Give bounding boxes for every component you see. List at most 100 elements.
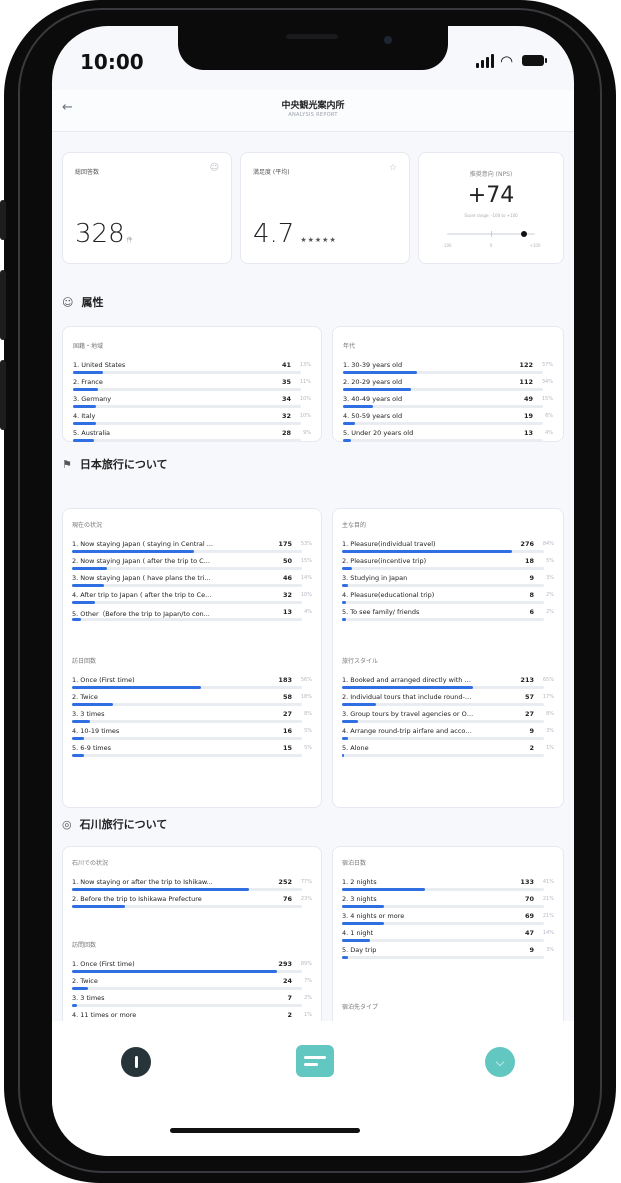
item-label: 3. 4 nights or more (342, 912, 405, 920)
item-label: 3. Germany (73, 395, 112, 403)
card-title: 国籍・地域 (73, 343, 104, 350)
nps-range-note: Score range: -100 to +100 (464, 213, 518, 218)
progress-track (72, 720, 302, 723)
item-percent: 3% (546, 575, 554, 581)
progress-fill (72, 567, 107, 570)
progress-track (342, 939, 544, 942)
item-count: 213 (520, 676, 534, 684)
item-percent: 65% (542, 677, 554, 683)
item-percent: 9% (303, 430, 311, 436)
progress-fill (72, 905, 125, 908)
home-indicator[interactable] (170, 1128, 360, 1133)
list-item: 5. To see family/ friends 6 2% (342, 608, 554, 624)
progress-fill (342, 584, 349, 587)
item-label: 4. After trip to Japan ( after the trip … (72, 591, 212, 599)
kpi-satisfaction: 満足度 (平均) ☆ 4.7 ★★★★★ (240, 152, 410, 264)
item-count: 32 (282, 591, 292, 599)
item-label: 5. Under 20 years old (343, 429, 414, 437)
item-count: 6 (529, 608, 534, 616)
item-label: 4. Arrange round-trip airfare and accom.… (342, 727, 474, 735)
list-icon[interactable] (296, 1045, 334, 1077)
item-label: 5. Day trip (342, 946, 377, 954)
card-nationality: 国籍・地域 1. United States 41 13% 2. France 35 11%… (62, 326, 322, 442)
item-count: 9 (529, 946, 534, 954)
list-item: 2. France 35 11% (73, 378, 311, 394)
progress-fill (72, 601, 95, 604)
item-label: 5. Other（Before the trip to Japan/to con… (72, 610, 210, 618)
volume-down-button (0, 360, 6, 430)
progress-fill (343, 439, 351, 442)
item-percent: 41% (542, 879, 554, 885)
item-percent: 21% (542, 896, 554, 902)
item-percent: 37% (541, 362, 553, 368)
info-icon[interactable] (121, 1047, 151, 1077)
item-count: 27 (524, 710, 534, 718)
item-percent: 5% (304, 745, 312, 751)
item-label: 4. 10-19 times (72, 727, 120, 735)
list-item: 2. 20-29 years old 112 34% (343, 378, 553, 394)
item-count: 293 (278, 960, 292, 968)
section-ishikawa-travel: ◎ 石川旅行について (62, 816, 167, 832)
item-count: 50 (282, 557, 292, 565)
item-percent: 10% (299, 396, 311, 402)
item-count: 46 (282, 574, 292, 582)
status-icons: ◠ (476, 52, 547, 69)
item-percent: 56% (300, 677, 312, 683)
item-count: 70 (524, 895, 534, 903)
item-percent: 15% (300, 558, 312, 564)
progress-fill (342, 601, 347, 604)
mute-switch (0, 200, 6, 240)
volume-up-button (0, 270, 6, 340)
card-title: 宿泊先タイプ (342, 1004, 379, 1011)
map-pin-icon: ◎ (62, 817, 72, 831)
item-percent: 1% (546, 745, 554, 751)
chevron-down-icon[interactable]: ⌵ (485, 1047, 515, 1077)
item-percent: 3% (546, 728, 554, 734)
list-item: 4. 50-59 years old 19 6% (343, 412, 553, 428)
bottom-navigation: ⌵ (52, 1021, 574, 1156)
progress-fill (73, 371, 103, 374)
item-label: 3. Group tours by travel agencies or OTA… (342, 710, 474, 718)
item-percent: 17% (542, 694, 554, 700)
card-title: 年代 (343, 343, 356, 350)
list-item: 5. Under 20 years old 13 4% (343, 429, 553, 445)
rating-stars: ★★★★★ (300, 236, 337, 244)
nps-tick-zero: 0 (489, 243, 493, 248)
item-count: 49 (523, 395, 533, 403)
item-label: 4. Pleasure(educational trip) (342, 591, 435, 599)
progress-fill (72, 987, 89, 990)
progress-track (73, 422, 301, 425)
nps-scale-track (447, 231, 535, 237)
progress-fill (73, 422, 96, 425)
card-title: 宿泊日数 (342, 860, 367, 867)
progress-track (73, 388, 301, 391)
item-label: 2. Before the trip to Ishikawa Prefectur… (72, 895, 202, 903)
progress-fill (72, 686, 201, 689)
kpi-label: 満足度 (平均) (253, 169, 290, 176)
progress-fill (342, 888, 425, 891)
progress-fill (343, 371, 417, 374)
item-percent: 1% (304, 1012, 312, 1018)
progress-track (72, 584, 302, 587)
progress-track (72, 970, 302, 973)
list-item: 5. Australia 28 9% (73, 429, 311, 445)
item-count: 183 (278, 676, 292, 684)
item-percent: 34% (541, 379, 553, 385)
progress-track (72, 1004, 302, 1007)
item-percent: 5% (304, 728, 312, 734)
item-label: 3. 3 times (72, 994, 105, 1002)
front-camera (384, 36, 392, 44)
item-percent: 5% (546, 558, 554, 564)
progress-fill (342, 703, 377, 706)
list-item: 1. 2 nights 133 41% (342, 878, 554, 894)
list-item: 1. Now staying or after the trip to Ishi… (72, 878, 312, 894)
item-count: 35 (281, 378, 291, 386)
users-icon: ☺ (62, 295, 74, 309)
item-count: 32 (281, 412, 291, 420)
item-label: 4. Italy (73, 412, 96, 420)
progress-fill (72, 550, 194, 553)
card-age: 年代 1. 30-39 years old 122 37% 2. 20-29 years… (332, 326, 564, 442)
list-item: 3. 4 nights or more 69 21% (342, 912, 554, 928)
list-item: 1. Now staying Japan ( staying in Centra… (72, 540, 312, 556)
list-item: 1. Once (First time) 183 56% (72, 676, 312, 692)
